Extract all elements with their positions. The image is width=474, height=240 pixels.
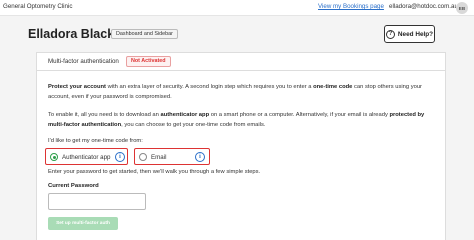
- need-help-button[interactable]: ? Need Help?: [384, 25, 435, 43]
- clinic-name: General Optometry Clinic: [3, 3, 73, 10]
- email-radio[interactable]: [139, 153, 147, 161]
- current-password-label: Current Password: [48, 183, 99, 189]
- para1-text-a: with an extra layer of security. A secon…: [105, 84, 314, 90]
- need-help-label: Need Help?: [397, 30, 434, 38]
- top-bar: General Optometry Clinic View my Booking…: [0, 0, 474, 16]
- protect-account-text: Protect your account: [48, 84, 106, 90]
- authenticator-info-icon[interactable]: i: [115, 152, 125, 162]
- one-time-code-text: one-time code: [313, 84, 353, 90]
- mfa-card-header: Multi-factor authentication Not Activate…: [37, 53, 445, 71]
- enter-password-instruction: Enter your password to get started, then…: [48, 169, 261, 175]
- dashboard-sidebar-badge[interactable]: Dashboard and Sidebar: [111, 29, 178, 39]
- authenticator-app-radio[interactable]: [50, 153, 58, 161]
- bookings-page-link[interactable]: View my Bookings page: [318, 3, 384, 10]
- authenticator-app-label: Authenticator app: [62, 154, 111, 161]
- email-option[interactable]: Email i: [134, 148, 210, 165]
- para2-text-b: on a smart phone or a computer. Alternat…: [209, 112, 390, 118]
- setup-mfa-button[interactable]: Set up multi-factor auth: [48, 217, 118, 230]
- page-title: Elladora Black: [28, 27, 115, 41]
- mfa-title: Multi-factor authentication: [48, 58, 119, 65]
- current-password-input[interactable]: [48, 193, 146, 210]
- status-badge: Not Activated: [126, 56, 171, 67]
- mfa-enable-paragraph: To enable it, all you need is to downloa…: [48, 110, 440, 130]
- user-email: elladora@hotdoc.com.au: [389, 3, 458, 10]
- get-code-label: I'd like to get my one-time code from:: [48, 138, 143, 144]
- para2-text-a: To enable it, all you need is to downloa…: [48, 112, 161, 118]
- help-circle-icon: ?: [385, 29, 395, 39]
- email-info-icon[interactable]: i: [195, 152, 205, 162]
- authenticator-app-option[interactable]: Authenticator app i: [45, 148, 128, 165]
- email-label: Email: [151, 154, 167, 161]
- mfa-card: Multi-factor authentication Not Activate…: [36, 52, 446, 240]
- avatar[interactable]: EB: [456, 2, 468, 14]
- para2-text-c: , you can choose to get your one-time co…: [121, 122, 266, 128]
- authenticator-app-text: authenticator app: [160, 112, 210, 118]
- mfa-intro-paragraph: Protect your account with an extra layer…: [48, 82, 440, 102]
